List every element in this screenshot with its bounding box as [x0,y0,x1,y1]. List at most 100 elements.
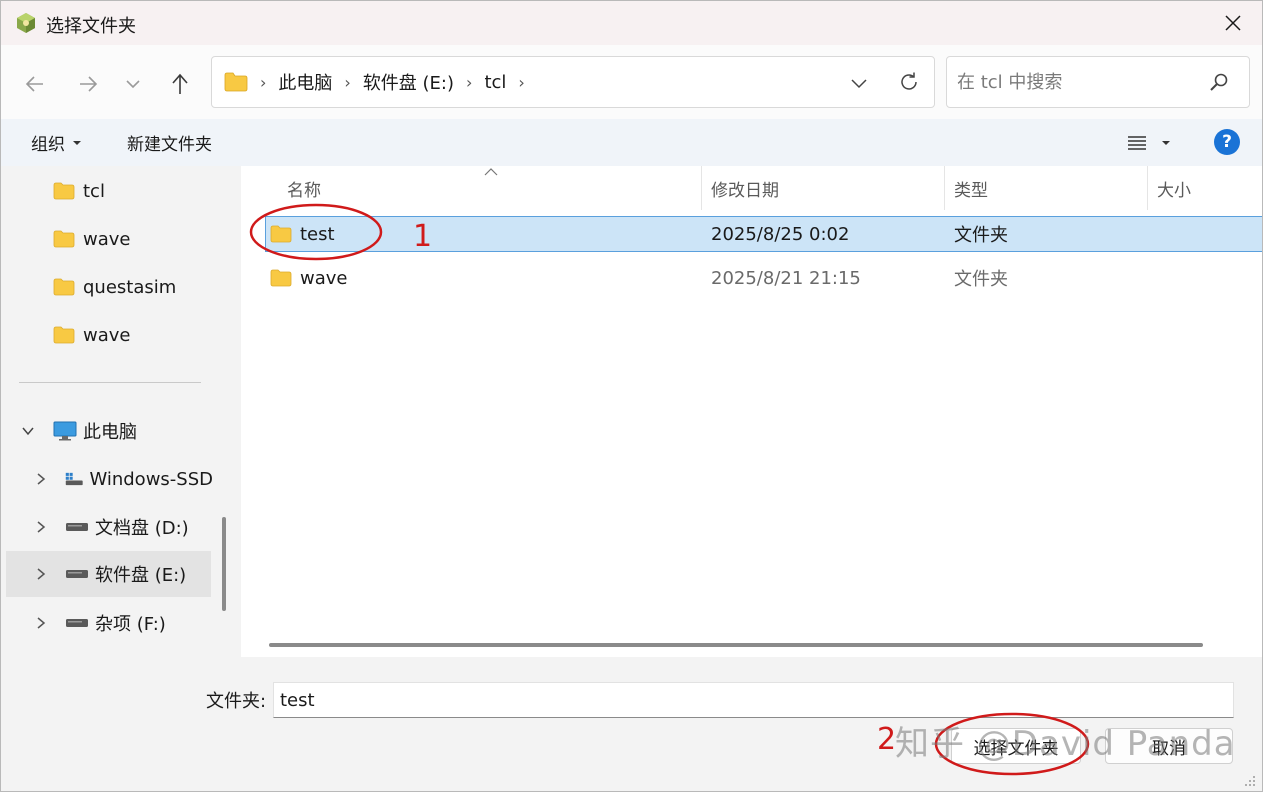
watermark: 知乎 @David Panda [895,724,1236,764]
sidebar-item-label: wave [83,228,131,250]
column-header-modified[interactable]: 修改日期 [701,166,944,210]
file-modified: 2025/8/25 0:02 [711,223,850,245]
breadcrumb-separator[interactable]: › [512,73,530,92]
file-type: 文件夹 [954,225,1008,246]
search-input[interactable] [947,57,1207,107]
breadcrumb-separator: › [344,72,351,92]
close-icon [1225,15,1241,31]
file-name: wave [300,267,348,289]
chevron-down-icon[interactable] [21,424,35,438]
navigation-pane: tcl wave questasim wave 此电脑 Windows-SSD … [1,166,213,657]
caret-down-icon [1162,140,1170,145]
sidebar-item-wave[interactable]: wave [1,216,213,262]
window-title: 选择文件夹 [46,16,136,37]
close-button[interactable] [1216,7,1250,39]
arrow-up-icon [172,73,188,94]
search-icon[interactable] [1209,72,1229,92]
file-list: 名称 修改日期 类型 大小 test 2025/8/25 0:02 文件夹 wa… [241,166,1262,657]
sidebar-item-drive-e[interactable]: 软件盘 (E:) [6,551,211,597]
sidebar-item-label: wave [83,324,131,346]
new-folder-label: 新建文件夹 [127,135,212,155]
sidebar-item-label: 杂项 (F:) [95,614,166,635]
annotation-step-2: 2 [877,722,897,757]
chevron-down-icon [126,80,140,89]
arrow-right-icon [80,76,98,92]
sidebar-scrollbar[interactable] [222,517,226,611]
sidebar-item-label: 软件盘 (E:) [95,565,187,586]
sidebar-item-label: questasim [83,276,177,298]
system-drive-icon [65,472,83,486]
folder-icon [53,230,75,248]
new-folder-button[interactable]: 新建文件夹 [127,119,212,166]
list-view-icon [1128,135,1146,150]
recent-locations-button[interactable] [116,67,150,101]
help-icon: ? [1222,132,1232,152]
drive-icon [66,570,88,578]
chevron-down-icon [851,79,867,89]
folder-field-label: 文件夹: [206,691,267,712]
folder-icon [270,225,292,243]
file-modified: 2025/8/21 21:15 [711,267,861,289]
app-cube-icon [17,13,35,33]
folder-name-input[interactable] [273,682,1234,718]
file-row-wave[interactable]: wave 2025/8/21 21:15 文件夹 [265,260,1262,296]
file-name: test [300,223,335,245]
refresh-button[interactable] [896,69,922,95]
title-bar: 选择文件夹 [1,1,1262,45]
folder-icon [224,72,248,92]
back-button[interactable] [18,67,52,101]
view-options-button[interactable] [1127,119,1171,166]
help-button[interactable]: ? [1214,129,1240,155]
chevron-right-icon[interactable] [34,616,48,630]
folder-picker-dialog: 选择文件夹 › 此电脑 › 软件盘 (E:) › tcl › 在 tcl 中搜索… [0,0,1263,792]
monitor-icon [53,421,77,441]
chevron-right-icon[interactable] [34,472,48,486]
navigation-bar: › 此电脑 › 软件盘 (E:) › tcl › [1,45,1262,119]
file-type: 文件夹 [954,269,1008,290]
column-header-name[interactable]: 名称 [277,166,701,210]
breadcrumb: › 此电脑 › 软件盘 (E:) › tcl › [224,57,531,107]
address-bar[interactable]: › 此电脑 › 软件盘 (E:) › tcl › [211,56,935,108]
file-name-cell: test [270,217,335,251]
folder-icon [53,182,75,200]
up-button[interactable] [163,67,197,101]
arrow-left-icon [25,76,43,92]
forward-button[interactable] [71,67,105,101]
breadcrumb-separator: › [466,72,473,92]
breadcrumb-drive-e[interactable]: 软件盘 (E:) [357,69,460,95]
breadcrumb-this-pc[interactable]: 此电脑 [272,69,338,95]
chevron-right-icon[interactable] [34,520,48,534]
drive-icon [66,523,88,531]
sidebar-item-wave[interactable]: wave [1,312,213,358]
sidebar-item-label: 文档盘 (D:) [95,518,189,539]
horizontal-scrollbar[interactable] [269,643,1203,647]
drive-icon [66,619,88,627]
caret-down-icon [73,140,81,145]
command-bar: 组织 新建文件夹 ? [1,119,1262,166]
organize-label: 组织 [31,135,65,155]
folder-icon [270,269,292,287]
sidebar-item-label: Windows-SSD [89,468,213,490]
search-box[interactable] [946,56,1250,108]
sidebar-item-drive-f[interactable]: 杂项 (F:) [1,600,213,646]
folder-icon [53,278,75,296]
column-header-type[interactable]: 类型 [944,166,1147,210]
breadcrumb-separator: › [260,72,267,92]
sidebar-item-tcl[interactable]: tcl [1,168,213,214]
sidebar-divider [19,382,201,383]
column-header-size[interactable]: 大小 [1147,166,1262,210]
sidebar-item-label: 此电脑 [83,422,137,443]
sidebar-item-questasim[interactable]: questasim [1,264,213,310]
sidebar-item-this-pc[interactable]: 此电脑 [1,408,213,454]
sidebar-item-windows-ssd[interactable]: Windows-SSD [1,456,213,502]
refresh-icon [901,72,917,90]
resize-grip-icon[interactable] [1244,775,1256,787]
file-name-cell: wave [270,261,347,295]
breadcrumb-tcl[interactable]: tcl [478,72,512,93]
address-history-button[interactable] [846,70,872,96]
organize-menu[interactable]: 组织 [31,119,82,166]
sidebar-item-label: tcl [83,180,105,202]
annotation-step-1: 1 [413,219,433,254]
sidebar-item-drive-d[interactable]: 文档盘 (D:) [1,504,213,550]
chevron-right-icon[interactable] [34,567,48,581]
